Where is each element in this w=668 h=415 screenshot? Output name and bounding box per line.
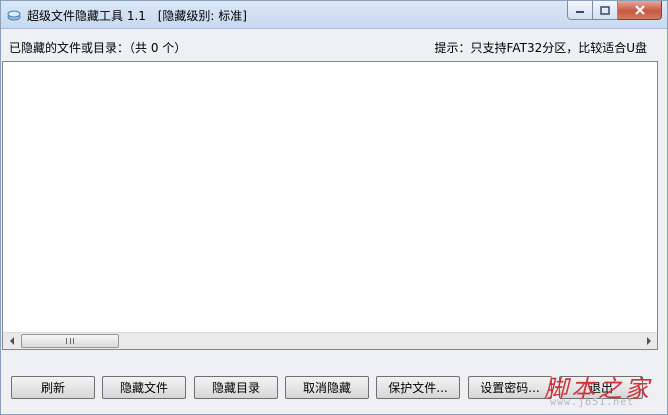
set-password-button[interactable]: 设置密码... [468,376,552,399]
horizontal-scrollbar[interactable] [3,332,657,349]
maximize-icon [600,5,610,15]
hide-file-button[interactable]: 隐藏文件 [102,376,186,399]
list-caption: 已隐藏的文件或目录：（共 0 个） [9,41,187,55]
title-bar[interactable]: 超级文件隐藏工具 1.1 [隐藏级别: 标准] [1,1,667,29]
maximize-button[interactable] [593,1,618,20]
scroll-right-icon [646,334,652,348]
main-window: 超级文件隐藏工具 1.1 [隐藏级别: 标准] 已隐藏的文件或目录：（共 0 个… [0,0,668,415]
window-title: 超级文件隐藏工具 1.1 [隐藏级别: 标准] [27,7,255,24]
hint-text: 提示：只支持FAT32分区，比较适合U盘 [434,41,647,55]
window-controls [567,1,662,21]
window-title-text: 超级文件隐藏工具 1.1 [27,9,146,23]
protect-file-button[interactable]: 保护文件... [376,376,460,399]
unhide-button[interactable]: 取消隐藏 [285,376,369,399]
hidden-files-list[interactable] [2,61,658,350]
scroll-left-icon [9,334,15,348]
close-icon [634,5,646,15]
hide-directory-button[interactable]: 隐藏目录 [194,376,278,399]
scroll-right-button[interactable] [640,333,657,349]
grip-icon [66,338,74,344]
hide-level-text: [隐藏级别: 标准] [157,9,247,23]
scroll-thumb[interactable] [21,334,119,348]
minimize-icon [575,6,585,14]
exit-button[interactable]: 退出 [559,376,643,399]
header-row: 已隐藏的文件或目录：（共 0 个） 提示：只支持FAT32分区，比较适合U盘 [9,39,661,55]
close-button[interactable] [618,1,662,20]
refresh-button[interactable]: 刷新 [11,376,95,399]
app-icon [7,9,21,21]
minimize-button[interactable] [567,1,593,20]
scroll-left-button[interactable] [3,333,20,349]
